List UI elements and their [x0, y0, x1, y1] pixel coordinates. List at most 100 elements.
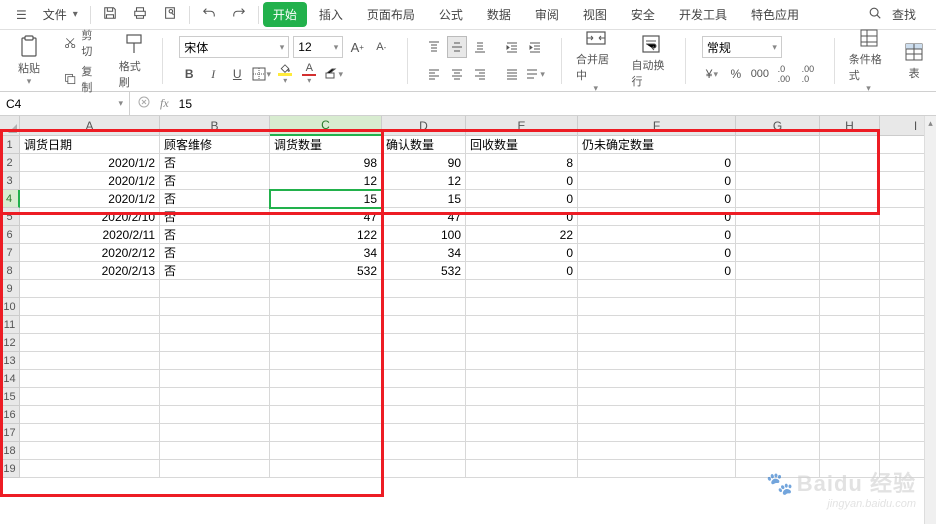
- align-left-icon[interactable]: [424, 63, 444, 85]
- borders-button[interactable]: ▾: [251, 63, 271, 85]
- hamburger-icon[interactable]: ☰: [8, 4, 35, 26]
- cell-D14[interactable]: [382, 370, 466, 388]
- cell-A13[interactable]: [20, 352, 160, 370]
- font-size-select[interactable]: 12▾: [293, 36, 343, 58]
- align-right-icon[interactable]: [470, 63, 490, 85]
- cell-C14[interactable]: [270, 370, 382, 388]
- table-style-button[interactable]: 表: [900, 39, 928, 83]
- cell-B12[interactable]: [160, 334, 270, 352]
- cell-A15[interactable]: [20, 388, 160, 406]
- cell-B3[interactable]: 否: [160, 172, 270, 190]
- cell-C6[interactable]: 122: [270, 226, 382, 244]
- cell-H16[interactable]: [820, 406, 880, 424]
- cell-A18[interactable]: [20, 442, 160, 460]
- cell-G16[interactable]: [736, 406, 820, 424]
- cell-F12[interactable]: [578, 334, 736, 352]
- cell-D19[interactable]: [382, 460, 466, 478]
- cell-F11[interactable]: [578, 316, 736, 334]
- cell-G13[interactable]: [736, 352, 820, 370]
- fill-color-button[interactable]: ▾: [275, 63, 295, 85]
- col-header-A[interactable]: A: [20, 116, 160, 136]
- cell-A12[interactable]: [20, 334, 160, 352]
- currency-icon[interactable]: ¥▾: [702, 63, 722, 85]
- copy-button[interactable]: 复制: [64, 63, 101, 95]
- cell-F3[interactable]: 0: [578, 172, 736, 190]
- scroll-up-icon[interactable]: ▴: [925, 116, 936, 130]
- cell-B5[interactable]: 否: [160, 208, 270, 226]
- cell-F4[interactable]: 0: [578, 190, 736, 208]
- format-painter-button[interactable]: 格式刷: [115, 30, 153, 92]
- cell-A6[interactable]: 2020/2/11: [20, 226, 160, 244]
- cell-C4[interactable]: 15: [270, 190, 382, 208]
- cell-B11[interactable]: [160, 316, 270, 334]
- cell-B1[interactable]: 顾客维修: [160, 136, 270, 154]
- row-header-19[interactable]: 19: [0, 460, 20, 478]
- cell-D2[interactable]: 90: [382, 154, 466, 172]
- row-header-14[interactable]: 14: [0, 370, 20, 388]
- orientation-icon[interactable]: ▾: [525, 63, 545, 85]
- row-header-16[interactable]: 16: [0, 406, 20, 424]
- cell-A14[interactable]: [20, 370, 160, 388]
- cell-F2[interactable]: 0: [578, 154, 736, 172]
- cell-H4[interactable]: [820, 190, 880, 208]
- cell-A2[interactable]: 2020/1/2: [20, 154, 160, 172]
- cell-G3[interactable]: [736, 172, 820, 190]
- cell-F8[interactable]: 0: [578, 262, 736, 280]
- cell-E6[interactable]: 22: [466, 226, 578, 244]
- cell-D17[interactable]: [382, 424, 466, 442]
- cell-E8[interactable]: 0: [466, 262, 578, 280]
- cell-D5[interactable]: 47: [382, 208, 466, 226]
- row-header-11[interactable]: 11: [0, 316, 20, 334]
- cell-E13[interactable]: [466, 352, 578, 370]
- row-header-10[interactable]: 10: [0, 298, 20, 316]
- cell-B2[interactable]: 否: [160, 154, 270, 172]
- underline-button[interactable]: U: [227, 63, 247, 85]
- cell-C19[interactable]: [270, 460, 382, 478]
- col-header-E[interactable]: E: [466, 116, 578, 136]
- cell-C5[interactable]: 47: [270, 208, 382, 226]
- menu-tab-9[interactable]: 特色应用: [739, 2, 811, 27]
- cell-F17[interactable]: [578, 424, 736, 442]
- merge-center-button[interactable]: 合并居中▾: [572, 25, 619, 96]
- cell-E2[interactable]: 8: [466, 154, 578, 172]
- cell-F5[interactable]: 0: [578, 208, 736, 226]
- increase-indent-icon[interactable]: [525, 36, 545, 58]
- cell-H6[interactable]: [820, 226, 880, 244]
- col-header-H[interactable]: H: [820, 116, 880, 136]
- row-header-4[interactable]: 4: [0, 190, 20, 208]
- cell-B18[interactable]: [160, 442, 270, 460]
- undo-icon[interactable]: [194, 2, 224, 27]
- cell-E17[interactable]: [466, 424, 578, 442]
- cell-A3[interactable]: 2020/1/2: [20, 172, 160, 190]
- cell-B7[interactable]: 否: [160, 244, 270, 262]
- cell-E1[interactable]: 回收数量: [466, 136, 578, 154]
- menu-tab-0[interactable]: 开始: [263, 2, 307, 27]
- cell-D6[interactable]: 100: [382, 226, 466, 244]
- cell-G10[interactable]: [736, 298, 820, 316]
- row-header-9[interactable]: 9: [0, 280, 20, 298]
- italic-button[interactable]: I: [203, 63, 223, 85]
- cell-B17[interactable]: [160, 424, 270, 442]
- increase-decimal-icon[interactable]: .0.00: [774, 63, 794, 85]
- cell-A7[interactable]: 2020/2/12: [20, 244, 160, 262]
- cell-F14[interactable]: [578, 370, 736, 388]
- cell-H11[interactable]: [820, 316, 880, 334]
- name-box[interactable]: C4 ▾: [0, 92, 130, 115]
- cell-H1[interactable]: [820, 136, 880, 154]
- print-preview-icon[interactable]: [155, 2, 185, 27]
- row-header-17[interactable]: 17: [0, 424, 20, 442]
- menu-tab-8[interactable]: 开发工具: [667, 2, 739, 27]
- cell-G15[interactable]: [736, 388, 820, 406]
- cell-G7[interactable]: [736, 244, 820, 262]
- cell-B8[interactable]: 否: [160, 262, 270, 280]
- cell-H8[interactable]: [820, 262, 880, 280]
- cell-B14[interactable]: [160, 370, 270, 388]
- cell-E5[interactable]: 0: [466, 208, 578, 226]
- row-header-12[interactable]: 12: [0, 334, 20, 352]
- menu-tab-7[interactable]: 安全: [619, 2, 667, 27]
- search-icon[interactable]: [860, 2, 890, 27]
- justify-icon[interactable]: [502, 63, 522, 85]
- cell-G8[interactable]: [736, 262, 820, 280]
- row-header-1[interactable]: 1: [0, 136, 20, 154]
- cell-H2[interactable]: [820, 154, 880, 172]
